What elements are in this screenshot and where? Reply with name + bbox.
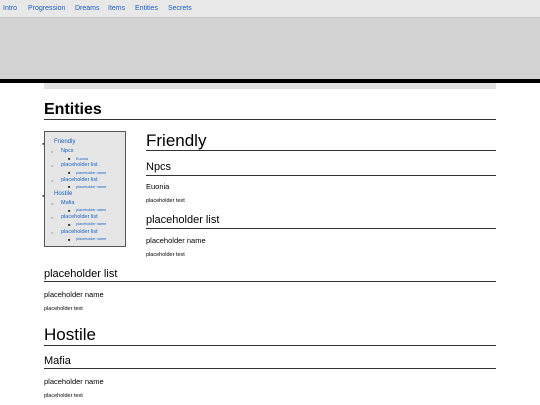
section-rule [44,345,496,346]
table-of-contents: ● Friendly ○ Npcs ■ Euonia ○ placeholder… [42,131,126,247]
nav-link-secrets[interactable]: Secrets [168,5,192,13]
subsection-heading-npcs: Npcs [146,161,172,173]
subsection-rule [146,175,496,176]
section-heading-friendly: Friendly [146,131,207,150]
toc-link-friendly[interactable]: Friendly [54,139,75,146]
subsection-heading-placeholder-list: placeholder list [146,214,220,226]
subsection-rule [44,281,496,282]
subsection-rule [146,228,496,229]
toc-bullet: ■ [68,170,71,175]
toc-bullet: ○ [51,215,54,220]
top-nav: Intro Progression Dreams Items Entities … [0,0,540,18]
toc-link-placeholder-list-2[interactable]: placeholder list [61,177,98,183]
toc-bullet: ■ [68,222,71,227]
toc-link-euonia[interactable]: Euonia [76,157,88,161]
toc-link-npcs[interactable]: Npcs [61,148,74,154]
toc-link-placeholder-name-2[interactable]: placeholder name [76,185,106,189]
entity-name: placeholder name [44,377,104,386]
nav-link-dreams[interactable]: Dreams [75,5,100,13]
toc-bullet: ● [42,141,45,146]
toc-link-hostile[interactable]: Hostile [54,191,72,198]
section-rule [146,150,496,151]
toc-link-placeholder-name-4[interactable]: placeholder name [76,222,106,226]
toc-bullet: ■ [68,237,71,242]
toc-bullet: ■ [68,156,71,161]
toc-link-placeholder-name-5[interactable]: placeholder name [76,237,106,241]
toc-bullet: ○ [51,163,54,168]
toc-bullet: ■ [68,184,71,189]
title-underline [44,119,496,120]
entity-name: placeholder name [146,236,206,245]
nav-link-progression[interactable]: Progression [28,5,65,13]
header-banner [0,18,540,79]
section-heading-hostile: Hostile [44,325,96,344]
entity-name: placeholder name [44,290,104,299]
content-top-strip [44,83,496,89]
entity-text: placeholder text [44,393,83,399]
subsection-heading-mafia: Mafia [44,355,71,367]
toc-link-placeholder-list-3[interactable]: placeholder list [61,214,98,220]
entity-text: placeholder text [146,198,185,204]
toc-bullet: ○ [51,178,54,183]
page-title: Entities [44,101,102,118]
toc-link-placeholder-list-4[interactable]: placeholder list [61,229,98,235]
toc-link-placeholder-list-1[interactable]: placeholder list [61,162,98,168]
nav-link-entities[interactable]: Entities [135,5,158,13]
toc-link-mafia[interactable]: Mafia [61,200,74,206]
nav-link-intro[interactable]: Intro [3,5,17,13]
nav-link-items[interactable]: Items [108,5,125,13]
entity-name-euonia: Euonia [146,182,170,191]
toc-bullet: ○ [51,230,54,235]
toc-bullet: ● [42,193,45,198]
entity-text: placeholder text [44,306,83,312]
toc-bullet: ○ [51,201,54,206]
toc-link-placeholder-name-1[interactable]: placeholder name [76,171,106,175]
subsection-rule [44,368,496,369]
entity-text: placeholder text [146,252,185,258]
toc-bullet: ○ [51,149,54,154]
toc-link-placeholder-name-3[interactable]: placeholder name [76,208,106,212]
toc-bullet: ■ [68,208,71,213]
subsection-heading-placeholder-list: placeholder list [44,268,118,280]
